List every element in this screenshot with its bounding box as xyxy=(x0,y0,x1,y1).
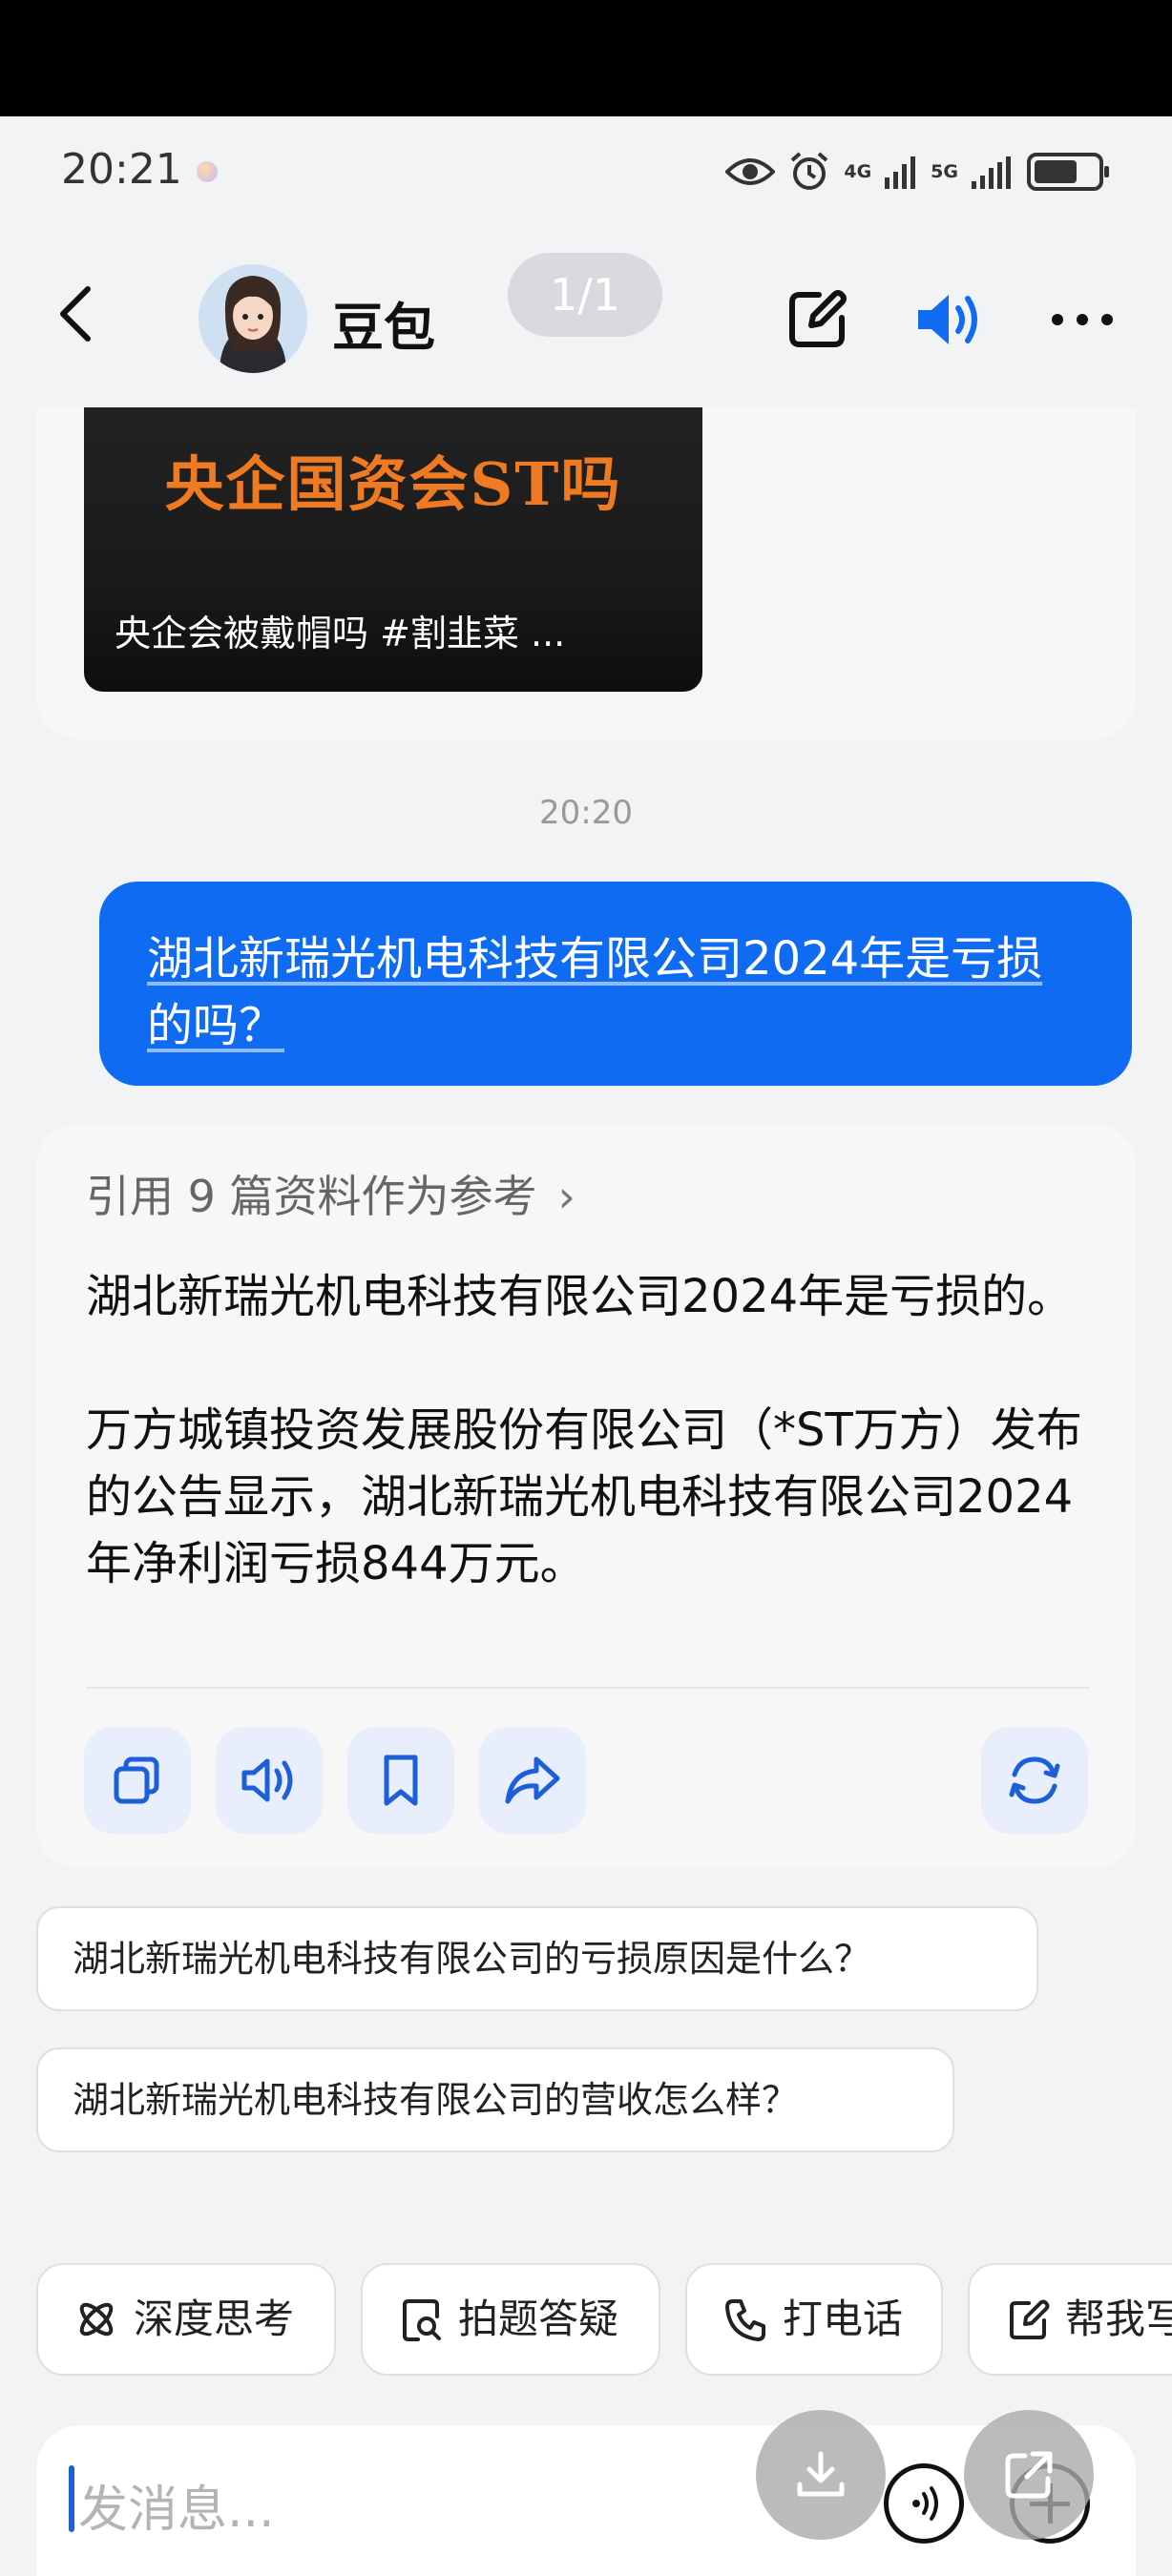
voice-input-button[interactable] xyxy=(884,2463,964,2544)
message-input-bar: 发消息... xyxy=(36,2410,1136,2576)
network-4g-label: 4G xyxy=(844,161,872,182)
battery-icon xyxy=(1027,153,1109,191)
external-link-icon xyxy=(1005,2451,1053,2499)
quick-action-label: 帮我写 xyxy=(1065,2296,1172,2342)
answer-text: 湖北新瑞光机电科技有限公司2024年是亏损的。 万方城镇投资发展股份有限公司（*… xyxy=(86,1263,1098,1597)
eye-icon xyxy=(725,158,776,185)
download-button[interactable] xyxy=(756,2410,886,2540)
edit-icon xyxy=(1010,2299,1050,2339)
quick-action-help-write[interactable]: 帮我写 xyxy=(968,2263,1172,2376)
signal-icon xyxy=(885,156,916,189)
copy-icon xyxy=(114,1756,159,1804)
quick-action-photo-question[interactable]: 拍题答疑 xyxy=(361,2263,660,2376)
avatar[interactable] xyxy=(199,264,307,373)
answer-paragraph-1: 湖北新瑞光机电科技有限公司2024年是亏损的。 xyxy=(86,1270,1074,1323)
status-time: 20:21 xyxy=(61,145,182,194)
video-caption: 央企会被戴帽吗 #割韭菜 ... xyxy=(115,613,566,654)
refresh-icon xyxy=(1009,1756,1060,1804)
read-aloud-button[interactable] xyxy=(216,1727,323,1834)
video-headline: 央企国资会ST吗 xyxy=(164,449,622,519)
bookmark-icon xyxy=(384,1755,418,1806)
message-input[interactable]: 发消息... xyxy=(78,2469,275,2541)
quick-action-label: 深度思考 xyxy=(134,2296,295,2342)
search-doc-icon xyxy=(403,2299,441,2341)
suggestion-chip[interactable]: 湖北新瑞光机电科技有限公司的亏损原因是什么？ xyxy=(36,1906,1038,2011)
signal-icon xyxy=(972,156,1011,189)
quick-action-call[interactable]: 打电话 xyxy=(685,2263,943,2376)
download-icon xyxy=(797,2451,845,2497)
copy-button[interactable] xyxy=(84,1727,191,1834)
speaker-icon[interactable] xyxy=(912,285,981,354)
timestamp: 20:20 xyxy=(539,794,633,832)
phone-icon xyxy=(725,2299,765,2341)
top-black-bar xyxy=(0,0,1172,116)
video-thumbnail[interactable]: 央企国资会ST吗 央企会被戴帽吗 #割韭菜 ... xyxy=(84,407,702,692)
chevron-right-icon: › xyxy=(557,1171,576,1222)
user-message-bubble[interactable]: 湖北新瑞光机电科技有限公司2024年是亏损的吗？ xyxy=(99,882,1132,1086)
share-button[interactable] xyxy=(479,1727,586,1834)
bot-name: 豆包 xyxy=(332,298,435,358)
bookmark-button[interactable] xyxy=(347,1727,454,1834)
divider xyxy=(86,1687,1090,1689)
edit-icon[interactable] xyxy=(783,285,851,354)
text-caret xyxy=(69,2465,74,2532)
alarm-icon xyxy=(791,152,828,190)
status-bar: 20:21 4G 5G xyxy=(0,116,1172,236)
suggestion-chip[interactable]: 湖北新瑞光机电科技有限公司的营收怎么样？ xyxy=(36,2047,954,2152)
quick-action-label: 拍题答疑 xyxy=(458,2296,619,2342)
back-arrow-icon[interactable] xyxy=(48,283,109,344)
more-icon[interactable] xyxy=(1048,285,1117,354)
chat-header: 豆包 1/1 xyxy=(0,236,1172,407)
user-message-text: 湖北新瑞光机电科技有限公司2024年是亏损的吗？ xyxy=(147,932,1043,1052)
voice-wave-icon xyxy=(912,2486,938,2521)
regenerate-button[interactable] xyxy=(981,1727,1088,1834)
network-5g-label: 5G xyxy=(931,161,958,182)
page-indicator: 1/1 xyxy=(508,253,662,337)
video-card: 央企国资会ST吗 央企会被戴帽吗 #割韭菜 ... xyxy=(36,407,1136,739)
references-link[interactable]: 引用 9 篇资料作为参考 › xyxy=(86,1162,576,1225)
notification-dot-icon xyxy=(197,161,218,182)
atom-icon xyxy=(79,2302,114,2337)
references-label: 引用 9 篇资料作为参考 xyxy=(86,1171,537,1222)
speaker-icon xyxy=(241,1758,293,1802)
share-icon xyxy=(505,1756,560,1804)
status-icons: 4G 5G xyxy=(725,151,1109,193)
share-screenshot-button[interactable] xyxy=(964,2410,1094,2540)
quick-action-label: 打电话 xyxy=(783,2296,904,2342)
answer-card: 引用 9 篇资料作为参考 › 湖北新瑞光机电科技有限公司2024年是亏损的。 万方… xyxy=(36,1124,1136,1868)
answer-paragraph-2: 万方城镇投资发展股份有限公司（*ST万方）发布的公告显示，湖北新瑞光机电科技有限… xyxy=(86,1403,1082,1590)
quick-action-deep-think[interactable]: 深度思考 xyxy=(36,2263,336,2376)
